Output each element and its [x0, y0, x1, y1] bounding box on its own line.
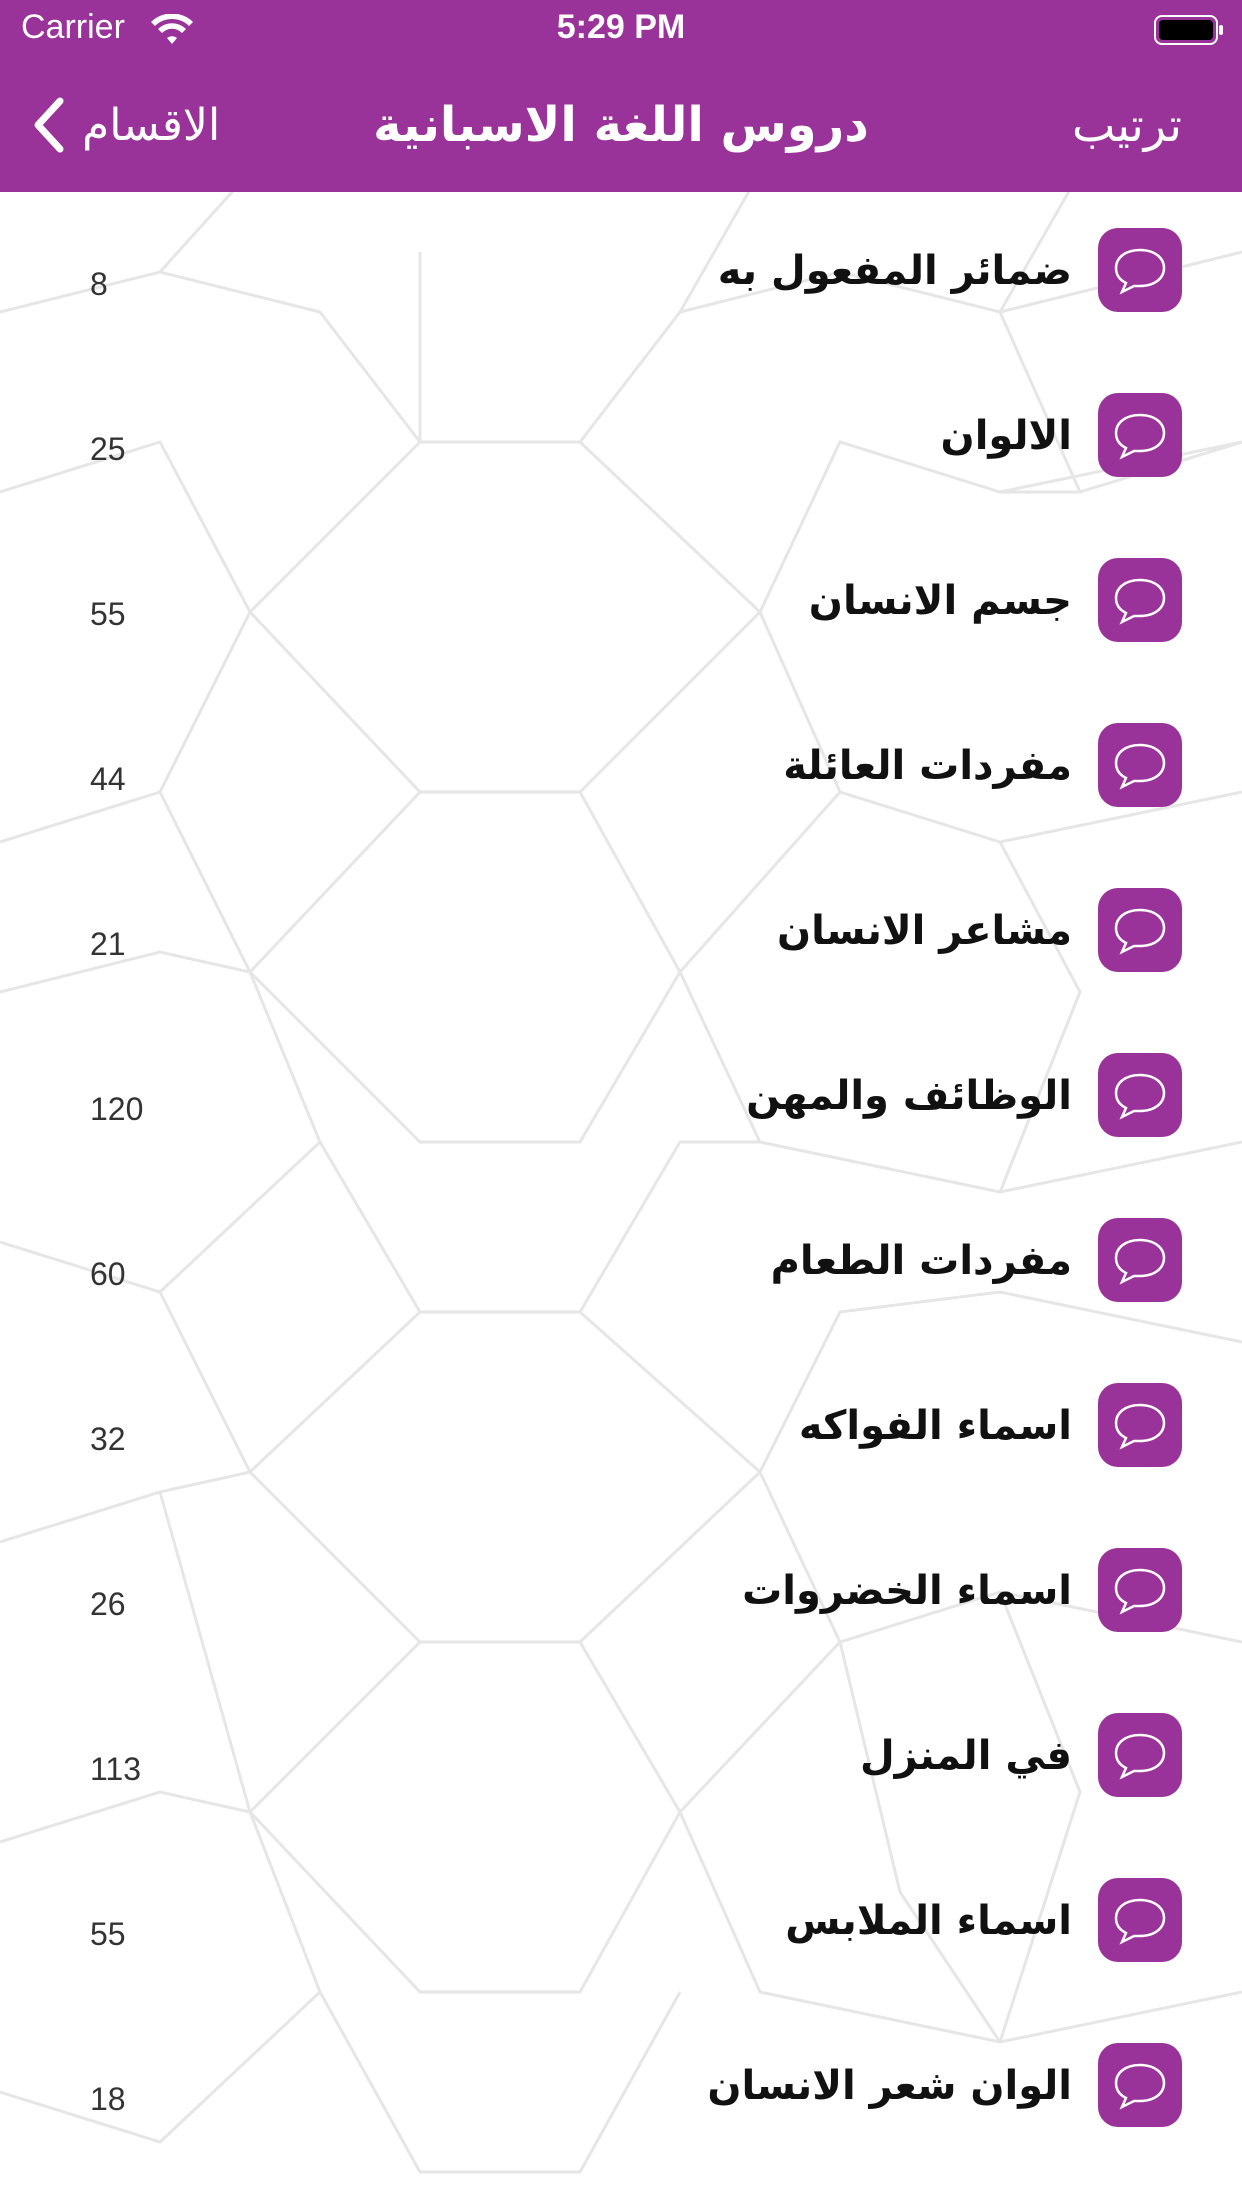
list-item-title: الوظائف والمهن [746, 1073, 1072, 1119]
list-item-count: 21 [90, 926, 126, 962]
chat-bubble-icon [1098, 558, 1182, 642]
list-item-title: مفردات العائلة [783, 743, 1072, 789]
chat-bubble-icon [1098, 1713, 1182, 1797]
navigation-bar: الاقسام دروس اللغة الاسبانية ترتيب [0, 60, 1242, 192]
list-item[interactable]: مفردات العائلة 44 [0, 687, 1242, 852]
page-title: دروس اللغة الاسبانية [373, 97, 869, 153]
chat-bubble-icon [1098, 1383, 1182, 1467]
list-item-count: 60 [90, 1256, 126, 1292]
list-item-count: 25 [90, 431, 126, 467]
app-header: Carrier 5:29 PM الاقسام دروس اللغة الاسب… [0, 0, 1242, 192]
list-item-title: مفردات الطعام [770, 1238, 1072, 1284]
list-item[interactable]: في المنزل 113 [0, 1677, 1242, 1842]
list-item[interactable]: اسماء الخضروات 26 [0, 1512, 1242, 1677]
list-item-count: 113 [90, 1751, 142, 1787]
status-bar: Carrier 5:29 PM [0, 0, 1242, 60]
list-item-title: الالوان [940, 413, 1072, 459]
list-item-title: اسماء الملابس [785, 1898, 1072, 1944]
list-item-title: في المنزل [859, 1733, 1072, 1779]
list-item[interactable]: مشاعر الانسان 21 [0, 852, 1242, 1017]
chat-bubble-icon [1098, 888, 1182, 972]
chat-bubble-icon [1098, 1878, 1182, 1962]
list-item-title: اسماء الخضروات [742, 1568, 1072, 1614]
list-item-count: 120 [90, 1091, 144, 1127]
list-item[interactable]: مفردات الطعام 60 [0, 1182, 1242, 1347]
battery-icon [1154, 15, 1223, 45]
list-item-count: 8 [90, 266, 108, 302]
chat-bubble-icon [1098, 1053, 1182, 1137]
chat-bubble-icon [1098, 1218, 1182, 1302]
list-item-count: 26 [90, 1586, 126, 1622]
list-item-count: 32 [90, 1421, 126, 1457]
list-item[interactable]: ضمائر المفعول به 8 [0, 192, 1242, 357]
status-time: 5:29 PM [556, 8, 686, 46]
chat-bubble-icon [1098, 2043, 1182, 2127]
list-item-title: مشاعر الانسان [777, 908, 1072, 954]
chat-bubble-icon [1098, 1548, 1182, 1632]
list-item[interactable]: جسم الانسان 55 [0, 522, 1242, 687]
list-item-title: الوان شعر الانسان [707, 2063, 1072, 2109]
list-item-count: 18 [90, 2081, 126, 2117]
list-item[interactable]: الوان شعر الانسان 18 [0, 2007, 1242, 2172]
list-item-title: جسم الانسان [808, 578, 1072, 624]
list-item-count: 44 [90, 761, 126, 797]
list-item[interactable]: اسماء الفواكه 32 [0, 1347, 1242, 1512]
list-item[interactable]: الالوان 25 [0, 357, 1242, 522]
lesson-list[interactable]: ضمائر المفعول به 8 الالوان 25 جسم الانسا… [0, 192, 1242, 2208]
list-item-title: اسماء الفواكه [798, 1403, 1072, 1449]
list-item-count: 55 [90, 1916, 126, 1952]
chat-bubble-icon [1098, 723, 1182, 807]
list-item[interactable]: اسماء الملابس 55 [0, 1842, 1242, 2007]
list-item[interactable]: الوظائف والمهن 120 [0, 1017, 1242, 1182]
list-item-count: 55 [90, 596, 126, 632]
sort-button[interactable]: ترتيب [1072, 90, 1182, 160]
chat-bubble-icon [1098, 228, 1182, 312]
chat-bubble-icon [1098, 393, 1182, 477]
list-item-title: ضمائر المفعول به [717, 248, 1072, 294]
